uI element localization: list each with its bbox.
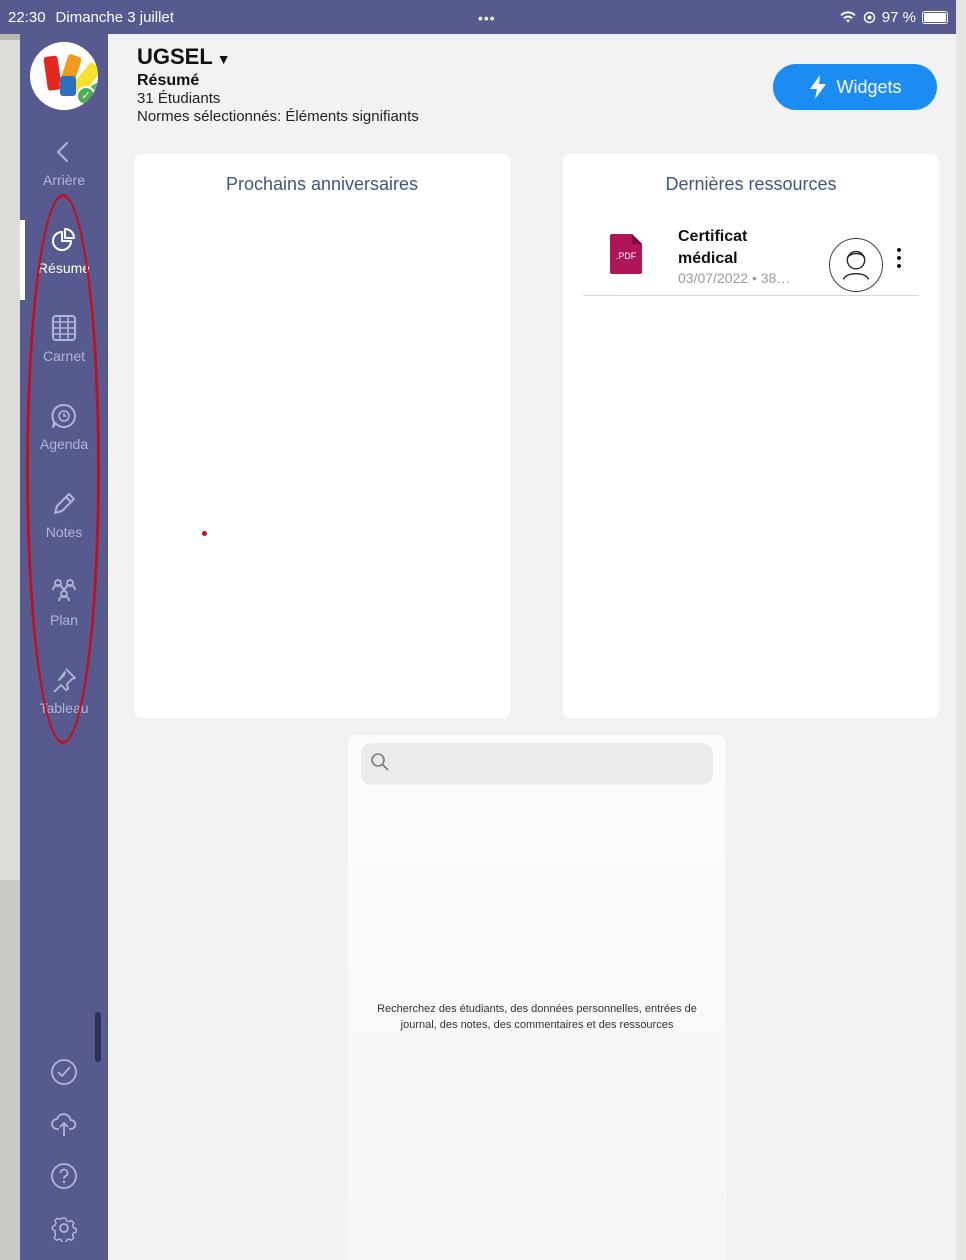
more-options-icon[interactable] [895,248,903,276]
help-icon[interactable] [50,1162,78,1190]
sidebar-item-label: Résumé [37,260,91,276]
sidebar-item-label: Agenda [39,436,89,452]
annotation-dot [202,531,207,536]
lightning-icon [810,75,827,99]
resource-meta: 03/07/2022 • 38… [678,270,791,286]
battery-icon [922,10,948,24]
sidebar-item-label: Tableau [39,700,89,716]
sidebar-item-plan[interactable]: Plan [20,578,108,628]
student-count: 31 Étudiants [137,90,221,107]
widgets-button-label: Widgets [836,76,902,97]
widgets-button[interactable]: Widgets [773,64,937,110]
annotation-ellipse [26,194,100,744]
sidebar-item-label: Notes [45,524,83,540]
sidebar-item-agenda[interactable]: Agenda [20,402,108,452]
group-selector[interactable]: UGSEL ▼ [137,44,231,70]
check-circle-icon[interactable] [50,1058,78,1086]
people-icon [52,579,76,602]
multitasking-dots-icon[interactable]: ••• [478,10,496,26]
sidebar-item-resume[interactable]: Résumé [20,226,108,276]
list-item[interactable]: .PDF Certificat médical 03/07/2022 • 38… [583,220,919,296]
page-subtitle: Résumé [137,72,200,89]
birthdays-card: Prochains anniversaires [134,154,510,718]
search-icon [371,753,389,771]
settings-icon[interactable] [50,1214,78,1242]
student-avatar-icon[interactable] [829,238,883,292]
sidebar-item-label: Arrière [42,172,85,188]
chevron-down-icon: ▼ [216,51,231,67]
back-chevron-icon [56,141,69,163]
sidebar-item-notes[interactable]: Notes [20,490,108,540]
search-hint: Recherchez des étudiants, des données pe… [377,1003,697,1031]
search-panel: Recherchez des étudiants, des données pe… [348,735,726,1260]
birthdays-card-title: Prochains anniversaires [225,174,419,194]
battery-percent: 97 % [881,8,916,26]
sidebar-item-arriere[interactable]: Arrière [20,138,108,188]
check-badge-icon: ✓ [76,86,96,106]
resource-name: Certificat médical [678,228,748,267]
sidebar-item-label: Plan [49,612,79,628]
sidebar-item-label: Carnet [42,348,86,364]
app-logo[interactable]: ✓ [30,42,98,110]
grid-icon [52,315,76,341]
sidebar: ✓ Arrière Résumé Carnet Agenda Notes Pla… [20,34,108,1260]
status-time: 22:30 [8,8,46,26]
wifi-icon [840,11,856,23]
page-title: UGSEL [137,44,213,69]
search-input[interactable] [361,743,713,785]
app-window: ✓ Arrière Résumé Carnet Agenda Notes Pla… [20,34,956,1260]
orientation-lock-icon [863,11,875,23]
selected-norms: Normes sélectionnés: Éléments signifiant… [137,108,419,125]
pie-chart-icon [52,228,75,251]
status-bar: 22:30 Dimanche 3 juillet ••• 97 % [0,0,956,34]
pin-icon [53,668,76,693]
resources-card-title: Dernières ressources [665,174,837,194]
sidebar-item-tableau[interactable]: Tableau [20,666,108,716]
clock-bubble-icon [51,404,76,428]
cloud-upload-icon[interactable] [50,1110,78,1138]
resources-card: Dernières ressources .PDF Certificat méd… [563,154,939,718]
pencil-icon [54,493,75,514]
sidebar-item-carnet[interactable]: Carnet [20,314,108,364]
pdf-file-icon: .PDF [610,234,642,274]
main-content: UGSEL ▼ Résumé 31 Étudiants Normes sélect… [108,34,956,1260]
sidebar-scrollbar[interactable] [95,1012,101,1062]
background-edge-left [0,880,20,1260]
status-date: Dimanche 3 juillet [55,8,174,26]
